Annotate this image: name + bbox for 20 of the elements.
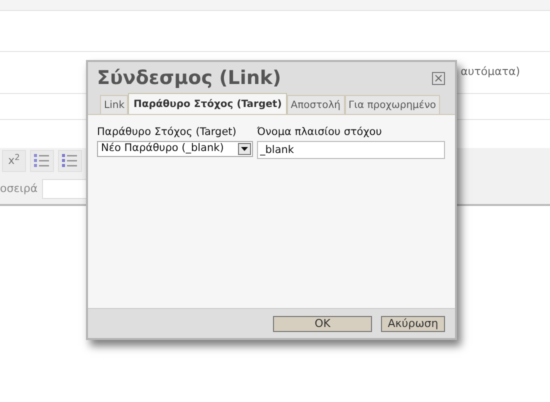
list-button[interactable] (30, 150, 54, 172)
dialog-tab[interactable]: Αποστολή (286, 95, 344, 114)
cancel-button[interactable]: Ακύρωση (381, 316, 445, 332)
dialog-tab[interactable]: Για προχωρημένο (344, 95, 440, 114)
superscript-button[interactable]: x$^{2}$ (2, 150, 26, 172)
frame-name-field[interactable]: _blank (257, 140, 445, 159)
close-button[interactable]: × (432, 72, 445, 84)
auto-note: αυτόματα) (460, 64, 520, 80)
dialog-tab[interactable]: Παράθυρο Στόχος (Target) (128, 93, 287, 114)
frame-name-label: Όνομα πλαισίου στόχου (257, 125, 383, 140)
target-value: Νέο Παράθυρο (_blank) (101, 140, 224, 156)
target-select[interactable]: Νέο Παράθυρο (_blank) (97, 140, 253, 157)
dialog-title: Σύνδεσμος (Link) (97, 66, 282, 91)
bullet-list-icon (62, 154, 78, 168)
ok-button[interactable]: OK (273, 316, 372, 332)
list-button[interactable] (58, 150, 82, 172)
order-label: οσειρά (0, 180, 38, 197)
target-label: Παράθυρο Στόχος (Target) (97, 125, 238, 140)
numbered-list-icon (34, 154, 50, 168)
dialog-tab[interactable]: Link (100, 95, 128, 114)
